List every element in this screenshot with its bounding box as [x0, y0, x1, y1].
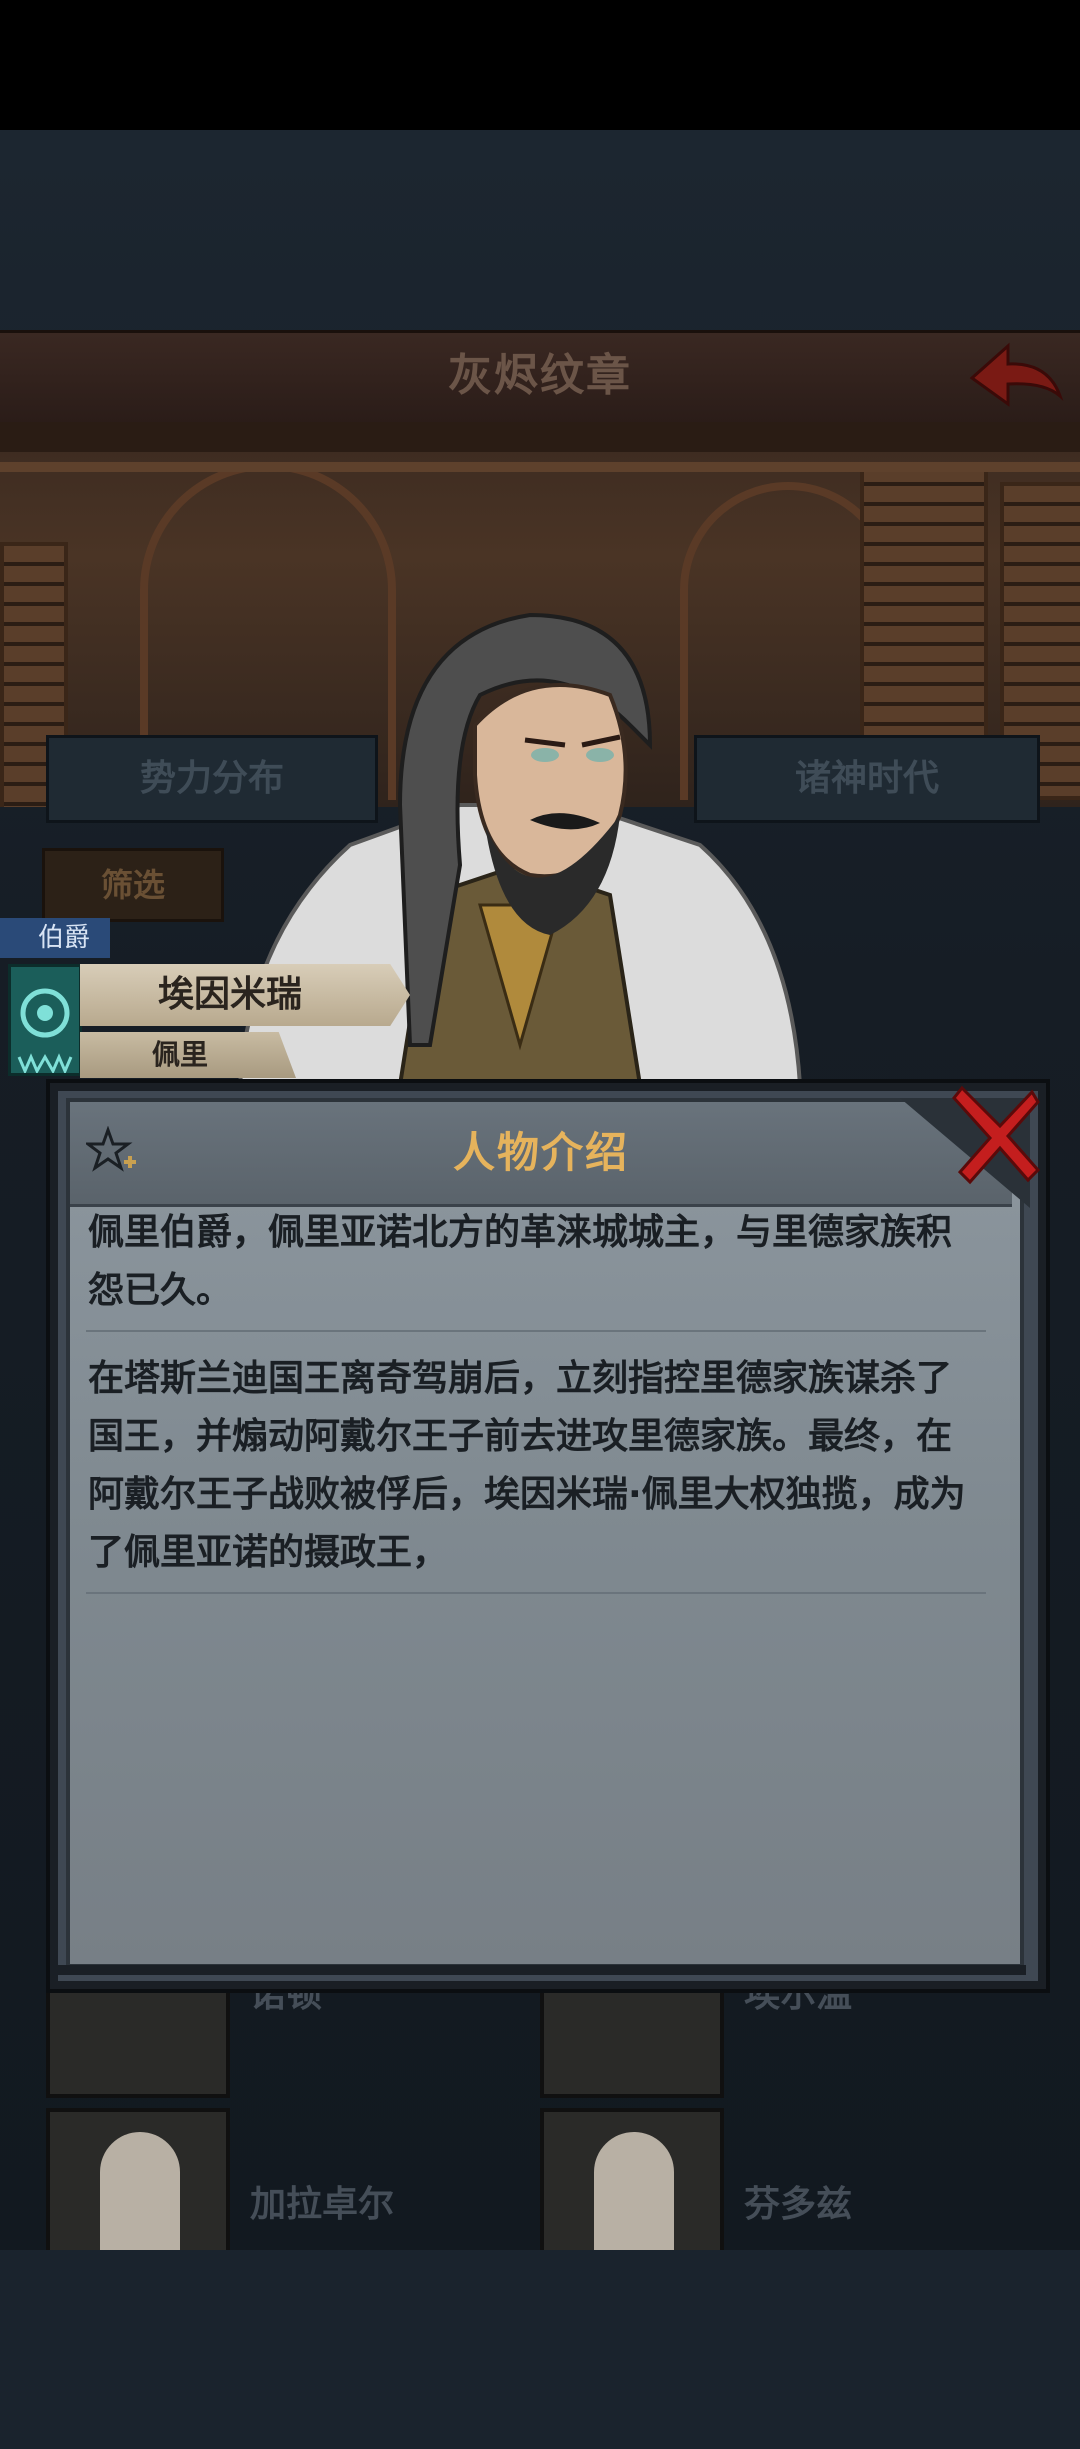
intro-paragraph: 佩里伯爵，佩里亚诺北方的革涞城城主，与里德家族积怨已久。 [88, 1212, 953, 1311]
top-letterbox [0, 0, 1080, 130]
favorite-star-icon[interactable] [86, 1126, 138, 1178]
character-name: 埃因米瑞 [157, 974, 302, 1015]
close-icon[interactable] [900, 1078, 1040, 1208]
text-divider [86, 1330, 986, 1332]
tab-label: 诸神时代 [794, 758, 939, 799]
intro-paragraph: 在塔斯兰迪国王离奇驾崩后，立刻指控里德家族谋杀了国王，并煽动阿戴尔王子前去进攻里… [88, 1358, 966, 1573]
modal-bottom-border [54, 1965, 1026, 1975]
list-item-name: 加拉卓尔 [250, 2184, 395, 2225]
list-item-portrait[interactable] [540, 2108, 724, 2258]
bottom-panel [0, 2250, 1080, 2449]
house-emblem-icon [8, 964, 82, 1076]
text-divider [86, 1592, 986, 1594]
page-title: 灰烬纹章 [448, 350, 632, 401]
filter-button[interactable]: 筛选 [42, 848, 224, 922]
list-item-name: 芬多兹 [744, 2184, 853, 2225]
rank-badge: 伯爵 [0, 918, 110, 958]
family-name: 佩里 [151, 1038, 208, 1071]
list-item-portrait[interactable] [46, 2108, 230, 2258]
back-arrow-icon[interactable] [968, 338, 1064, 414]
modal-title: 人物介绍 [452, 1128, 629, 1177]
